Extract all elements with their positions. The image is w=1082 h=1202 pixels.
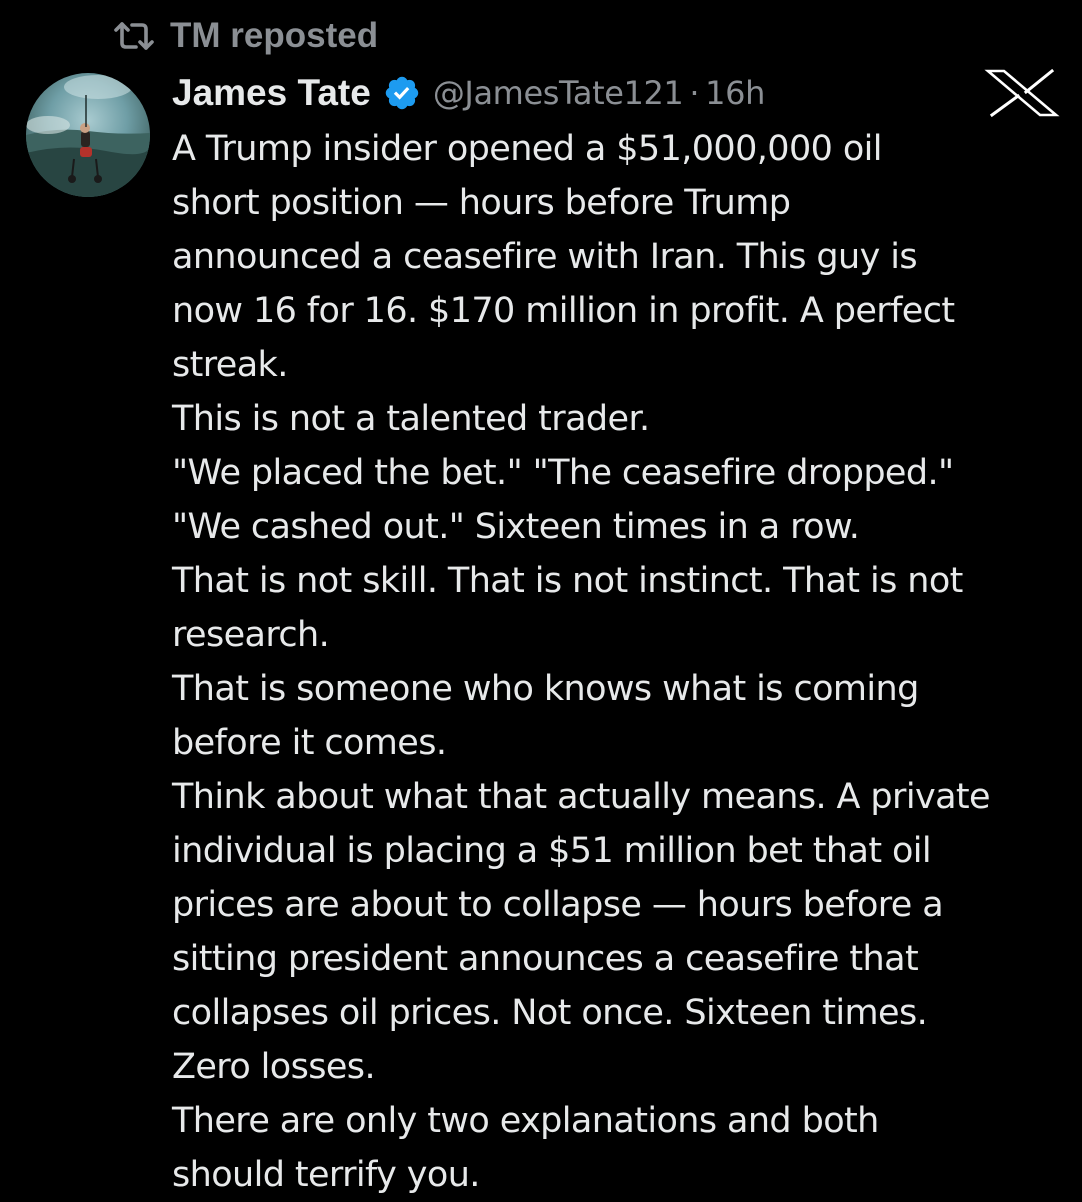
- tweet-text-line: sitting president announces a ceasefire …: [172, 939, 919, 979]
- tweet-text-line: That is not skill. That is not instinct.…: [172, 561, 963, 601]
- tweet-text-line: before it comes.: [172, 723, 447, 763]
- repost-icon: [112, 21, 156, 51]
- tweet-text-line: research.: [172, 615, 330, 655]
- tweet-header: James Tate @JamesTate121 · 16h: [172, 66, 765, 120]
- author-display-name[interactable]: James Tate: [172, 72, 371, 114]
- tweet-text-line: "We cashed out." Sixteen times in a row.: [172, 507, 860, 547]
- tweet-text-line: individual is placing a $51 million bet …: [172, 831, 932, 871]
- tweet-timestamp[interactable]: 16h: [705, 74, 765, 112]
- tweet-text-line: This is not a talented trader.: [172, 399, 650, 439]
- tweet-text-line: Zero losses.: [172, 1047, 376, 1087]
- tweet-text-line: collapses oil prices. Not once. Sixteen …: [172, 993, 928, 1033]
- tweet-text-line: "We placed the bet." "The ceasefire drop…: [172, 453, 954, 493]
- tweet-text-line: streak.: [172, 345, 288, 385]
- tweet-text-line: now 16 for 16. $170 million in profit. A…: [172, 291, 955, 331]
- repost-indicator[interactable]: TM reposted: [112, 14, 378, 58]
- tweet-text-line: should terrify you.: [172, 1155, 480, 1195]
- tweet-text: A Trump insider opened a $51,000,000 oil…: [172, 122, 1072, 1202]
- tweet-text-line: A Trump insider opened a $51,000,000 oil: [172, 129, 882, 169]
- verified-badge-icon: [385, 76, 419, 110]
- x-logo-icon: [984, 68, 1060, 118]
- tweet-text-line: That is someone who knows what is coming: [172, 669, 919, 709]
- author-handle[interactable]: @JamesTate121: [433, 74, 684, 112]
- repost-label: TM reposted: [170, 16, 379, 55]
- tweet-text-line: short position — hours before Trump: [172, 183, 791, 223]
- avatar[interactable]: [26, 73, 150, 197]
- tweet-text-line: Think about what that actually means. A …: [172, 777, 991, 817]
- tweet-text-line: There are only two explanations and both: [172, 1101, 879, 1141]
- tweet-text-line: prices are about to collapse — hours bef…: [172, 885, 944, 925]
- tweet-text-line: announced a ceasefire with Iran. This gu…: [172, 237, 918, 277]
- header-separator: ·: [689, 74, 700, 112]
